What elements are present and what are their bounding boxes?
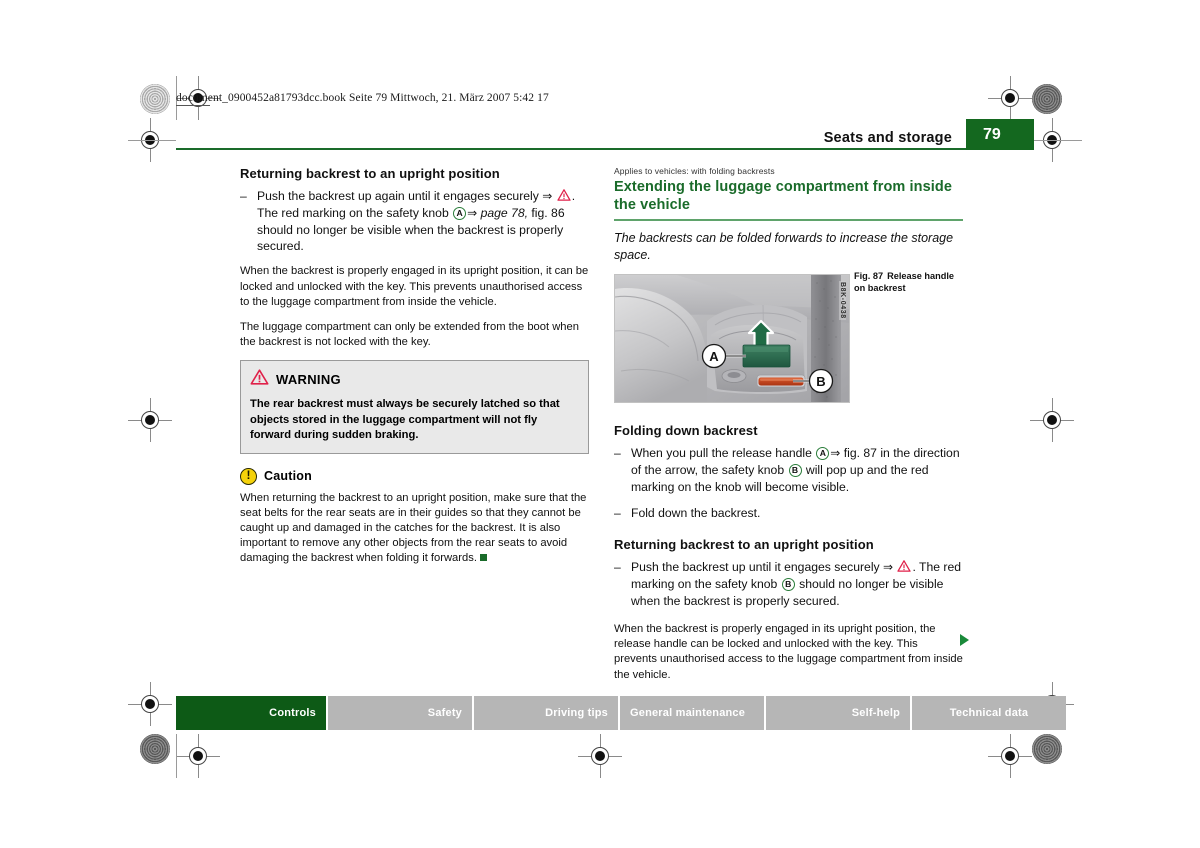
warning-triangle-icon: [557, 189, 571, 201]
registration-mark-bottom-center: [578, 734, 622, 778]
continuation-arrow: [960, 634, 969, 646]
bullet-dash: –: [614, 505, 621, 520]
key-lock-barrel: [721, 369, 747, 384]
callout-marker-b: B: [781, 578, 795, 592]
page-number: 79: [983, 126, 1001, 143]
callout-marker-b: B: [788, 463, 802, 477]
svg-text:A: A: [709, 349, 719, 364]
trim-line-left: [128, 140, 176, 141]
registration-mark-left-middle: [128, 398, 172, 442]
tab-technical-data[interactable]: Technical data: [912, 696, 1066, 730]
caution-text: When returning the backrest to an uprigh…: [240, 491, 589, 567]
registration-mark-bottom-left: [176, 734, 220, 778]
trim-line-right: [1034, 140, 1082, 141]
tab-general-maintenance[interactable]: General maintenance: [620, 696, 766, 730]
file-header-rule: [176, 105, 210, 106]
right-intro-text: The backrests can be folded forwards to …: [614, 230, 954, 262]
list-item: – When you pull the release handle A ⇒ fig…: [614, 445, 963, 495]
print-file-header: document_0900452a81793dcc.book Seite 79 …: [176, 92, 549, 104]
bullet-text-part-1: Push the backrest up again until it enga…: [257, 189, 543, 203]
callout-marker-a: A: [453, 206, 467, 220]
returning-heading: Returning backrest to an upright positio…: [614, 537, 874, 553]
tab-safety[interactable]: Safety: [328, 696, 474, 730]
caution-text-body: When returning the backrest to an uprigh…: [240, 491, 587, 565]
right-closing-paragraph: When the backrest is properly engaged in…: [614, 622, 963, 681]
tab-label: Technical data: [949, 707, 1029, 719]
left-paragraph-2: The luggage compartment can only be exte…: [240, 321, 579, 349]
bullet-text-part-1: Push the backrest up until it engages se…: [631, 560, 884, 575]
list-item: – Push the backrest up until it engages s…: [614, 559, 963, 609]
bullet-text: Fold down the backrest.: [631, 505, 761, 520]
caution-header: Caution: [240, 467, 589, 485]
folding-down-heading: Folding down backrest: [614, 423, 758, 439]
left-paragraph-1: When the backrest is properly engaged in…: [240, 265, 589, 308]
folding-bullet-list: – When you pull the release handle A ⇒ fig…: [614, 445, 963, 521]
figure-caption: Fig. 87 Release handle on backrest: [854, 271, 964, 295]
tab-label: Driving tips: [545, 707, 608, 719]
halftone-dot-bottom-right: [1032, 734, 1062, 764]
tab-label: Safety: [427, 707, 462, 719]
registration-mark-bottom-right: [988, 734, 1032, 778]
tab-self-help[interactable]: Self-help: [766, 696, 912, 730]
bullet-dash: –: [614, 446, 621, 461]
release-handle-green: [742, 344, 791, 368]
tab-label: Self-help: [851, 707, 900, 719]
green-square-end-marker: [479, 554, 487, 562]
list-item: – Push the backrest up again until it eng…: [240, 188, 589, 255]
registration-mark-right-middle: [1030, 398, 1074, 442]
footer-tab-bar: Controls Safety Driving tips General mai…: [176, 696, 1066, 730]
caution-exclamation-icon: [240, 467, 257, 485]
applies-to-note: Applies to vehicles: with folding backre…: [614, 166, 775, 176]
tab-label: General maintenance: [630, 707, 746, 719]
figure-release-handle: A B B8K-0438: [614, 274, 850, 404]
running-head-rule: [176, 148, 966, 150]
warning-text: The rear backrest must always be securel…: [250, 398, 560, 442]
arrow-right-glyph: ⇒: [467, 205, 478, 220]
left-bullet-list: – Push the backrest up again until it eng…: [240, 188, 589, 255]
figure-caption-label: Fig. 87: [854, 271, 884, 281]
svg-text:B: B: [816, 374, 825, 389]
returning-bullet-list: – Push the backrest up until it engages s…: [614, 559, 963, 609]
right-column: Applies to vehicles: with folding backre…: [614, 166, 969, 693]
bullet-text-part-1: When you pull the release handle: [631, 446, 816, 461]
halftone-dot-bottom-left: [140, 734, 170, 764]
left-column: Returning backrest to an upright positio…: [240, 166, 589, 577]
figure-image-code: B8K-0438: [839, 281, 846, 320]
chapter-title: Seats and storage: [823, 130, 952, 146]
arrow-right-glyph: ⇒: [830, 446, 841, 461]
registration-mark-left-lower: [128, 682, 172, 726]
halftone-dot-top-right: [1032, 84, 1062, 114]
tab-label: Controls: [269, 707, 316, 719]
arrow-right-glyph: ⇒: [883, 560, 894, 575]
left-section-heading: Returning backrest to an upright positio…: [240, 166, 500, 181]
bullet-dash: –: [240, 189, 247, 203]
tab-controls[interactable]: Controls: [176, 696, 328, 730]
list-item: – Fold down the backrest.: [614, 505, 963, 522]
registration-mark-top-right: [988, 76, 1032, 120]
cross-reference-page[interactable]: page 78,: [481, 206, 528, 220]
warning-triangle-icon: [250, 369, 269, 390]
right-section-heading: Extending the luggage compartment from i…: [614, 179, 953, 213]
callout-marker-a: A: [816, 447, 830, 461]
halftone-dot-top-left: [140, 84, 170, 114]
caution-title: Caution: [264, 469, 312, 484]
trim-line-bottom: [176, 734, 177, 778]
arrow-right-glyph: ⇒: [542, 189, 553, 203]
warning-title: WARNING: [276, 372, 341, 388]
bullet-dash: –: [614, 560, 621, 575]
section-heading-rule: [614, 219, 963, 221]
warning-triangle-icon: [897, 560, 912, 573]
warning-box: WARNING The rear backrest must always be…: [240, 360, 589, 454]
warning-box-header: WARNING: [250, 369, 579, 390]
tab-driving-tips[interactable]: Driving tips: [474, 696, 620, 730]
